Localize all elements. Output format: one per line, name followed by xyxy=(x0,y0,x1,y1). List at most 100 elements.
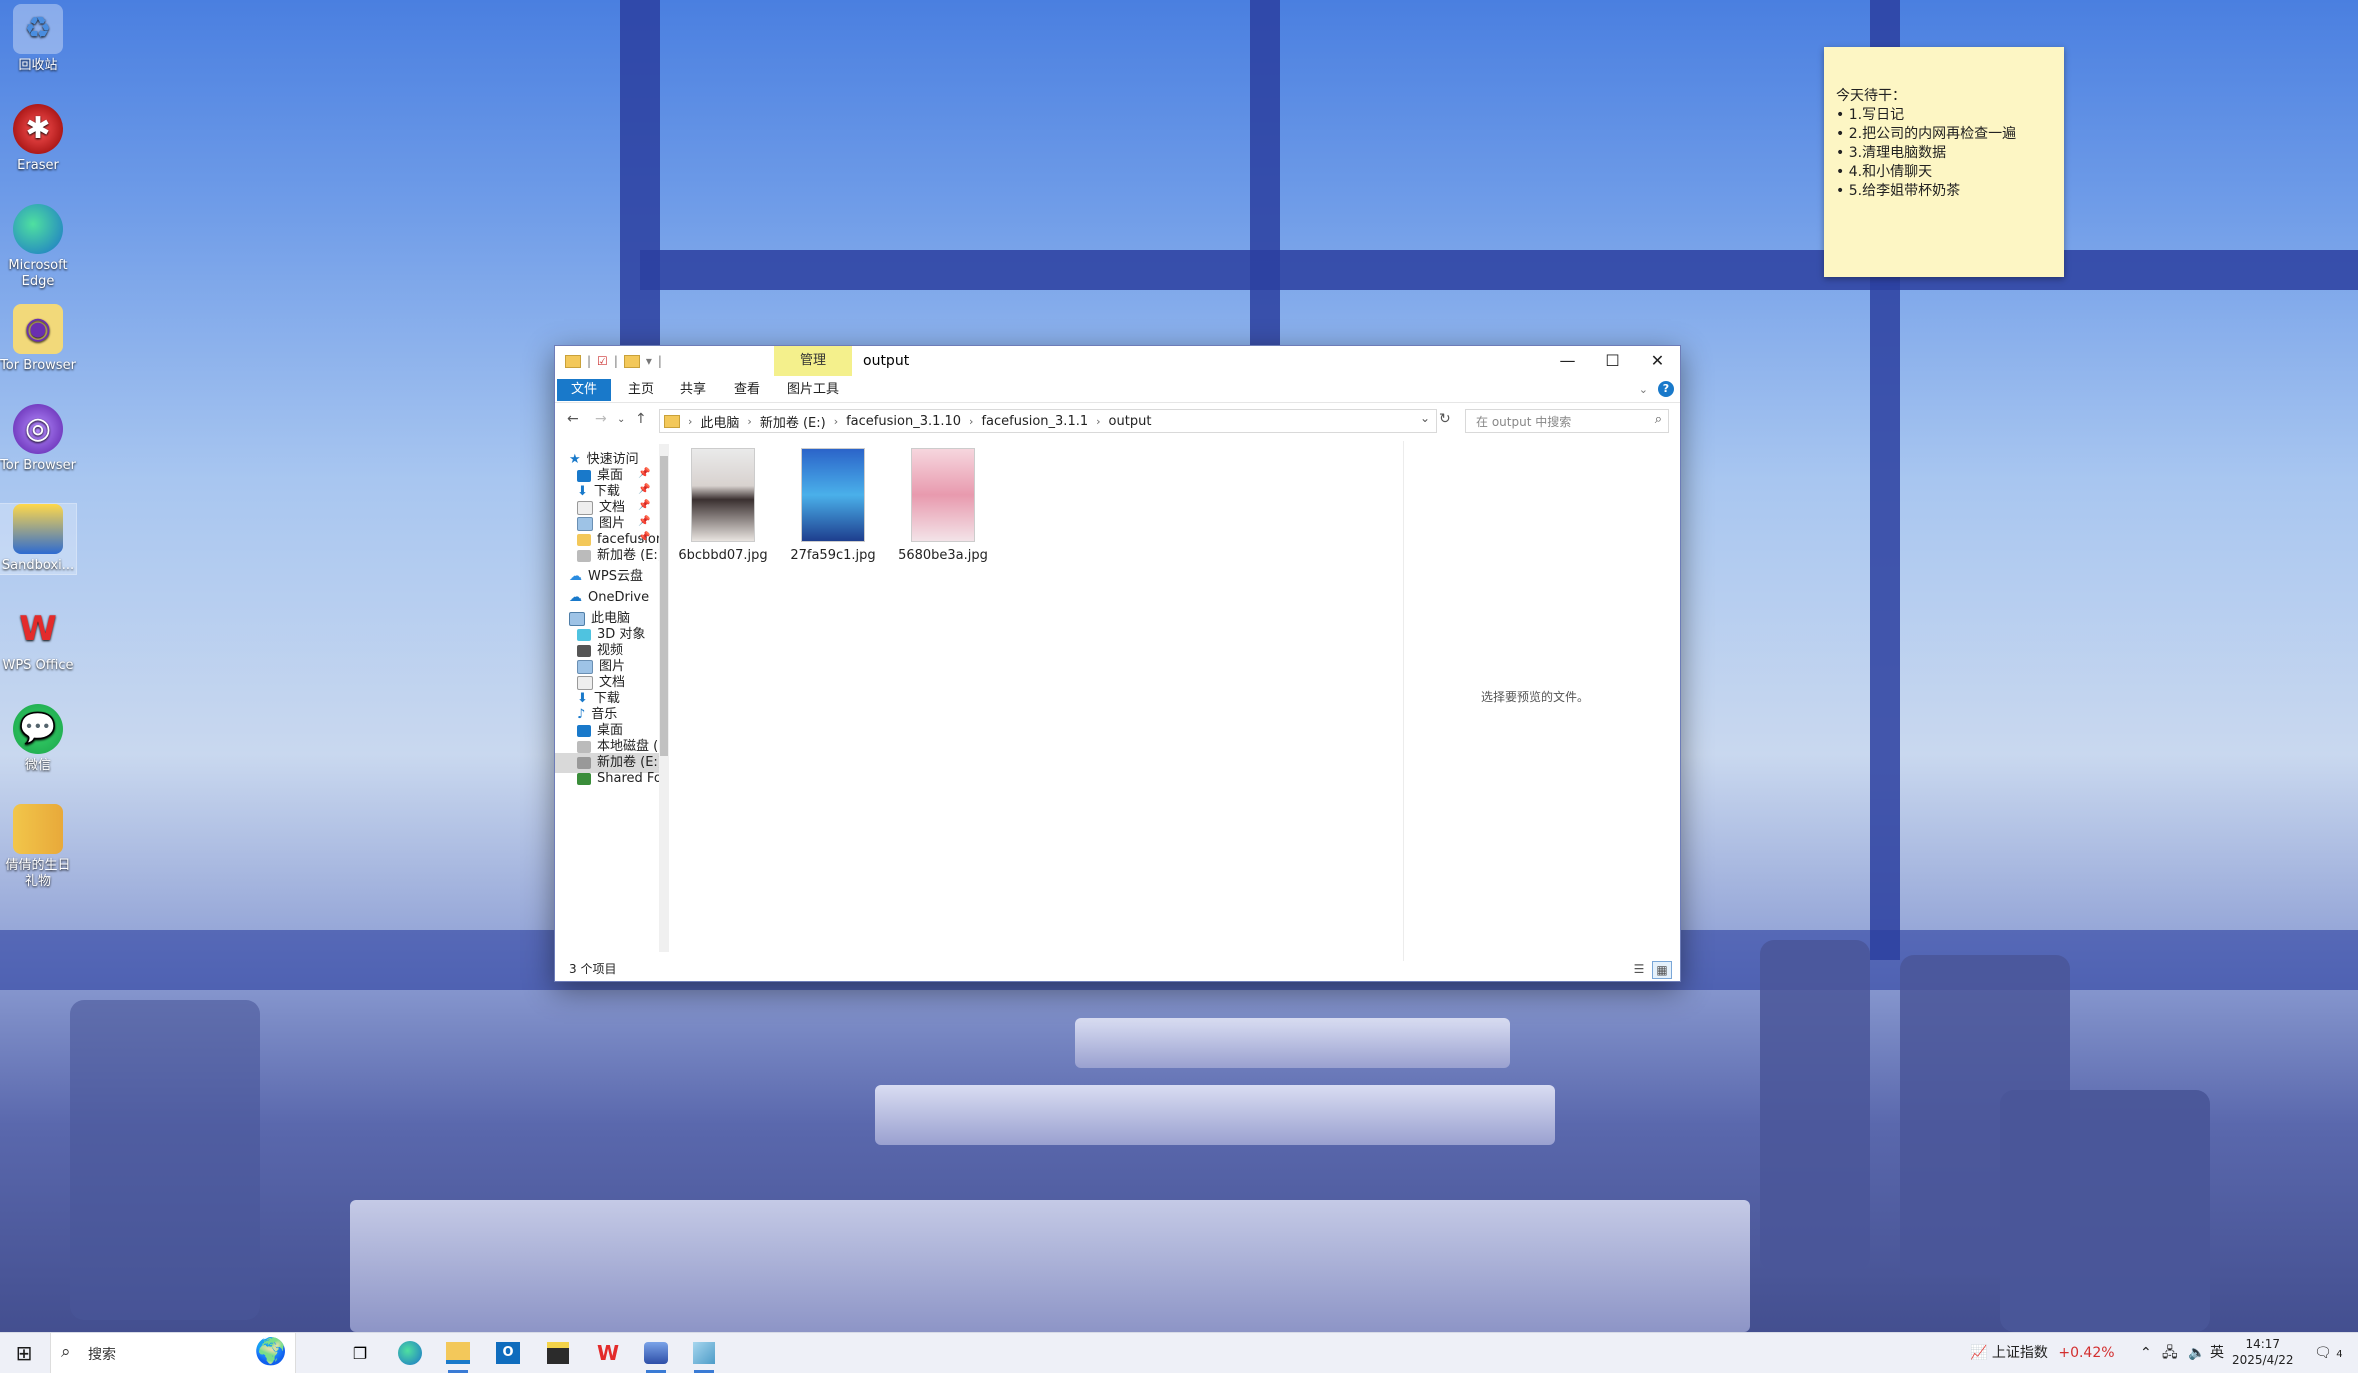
pin-icon[interactable]: 📌 xyxy=(638,484,650,495)
preview-placeholder: 选择要预览的文件。 xyxy=(1481,690,1590,704)
address-history-chevron-icon[interactable]: ⌄ xyxy=(1420,411,1430,425)
network-icon[interactable]: 🖧 xyxy=(2162,1333,2178,1373)
taskbar-wps-office[interactable]: W xyxy=(588,1333,628,1373)
tor-browser-icon: ◎ xyxy=(13,404,63,454)
new-folder-icon[interactable] xyxy=(623,354,640,368)
volume-icon[interactable]: 🔈 xyxy=(2188,1333,2205,1373)
expand-ribbon-chevron-icon[interactable]: ⌄ xyxy=(1639,383,1648,396)
taskbar-file-explorer[interactable] xyxy=(438,1333,478,1373)
back-arrow-icon[interactable]: ← xyxy=(567,411,579,427)
taskbar-sticky-notes[interactable] xyxy=(538,1333,578,1373)
taskbar-outlook[interactable]: O xyxy=(488,1333,528,1373)
tab-share[interactable]: 共享 xyxy=(673,379,713,401)
breadcrumb-separator[interactable]: › xyxy=(1096,415,1100,428)
stock-widget[interactable]: 📈 上证指数 +0.42% xyxy=(1970,1333,2115,1373)
tree-item-drive-e[interactable]: 新加卷 (E:) xyxy=(577,546,659,566)
file-item[interactable]: 5680be3a.jpg xyxy=(891,448,995,563)
sandboxie-icon xyxy=(13,504,63,554)
desktop-icon-birthday-gift[interactable]: 倩倩的生日礼物 xyxy=(0,804,76,890)
input-method-indicator[interactable]: 英 xyxy=(2210,1333,2224,1373)
breadcrumb-this-pc[interactable]: 此电脑 xyxy=(700,412,739,431)
desktop-icon-wechat[interactable]: 💬 微信 xyxy=(0,704,76,774)
manage-context-tab[interactable]: 管理 xyxy=(774,346,852,376)
search-input[interactable]: 在 output 中搜索 ⌕ xyxy=(1465,409,1669,433)
pin-icon[interactable]: 📌 xyxy=(638,516,650,527)
desktop-icon-tor-browser-2[interactable]: ◎ Tor Browser xyxy=(0,404,76,474)
taskbar: ⊞ ⌕ 搜索 🌍 ❐ O W 📈 上证指数 +0.42% ⌃ 🖧 🔈 英 14:… xyxy=(0,1332,2358,1373)
notification-center-button[interactable]: 🗨 4 xyxy=(2314,1333,2343,1373)
up-arrow-icon[interactable]: ↑ xyxy=(635,411,647,427)
search-highlight-globe-icon[interactable]: 🌍 xyxy=(255,1337,287,1367)
refresh-icon[interactable]: ↻ xyxy=(1439,411,1451,427)
help-icon[interactable]: ? xyxy=(1658,381,1674,397)
file-explorer-window: | ☑ | ▾ | 管理 output — ☐ ✕ 文件 主页 共享 查看 图片… xyxy=(554,345,1681,982)
customize-chevron-icon[interactable]: ▾ xyxy=(646,354,652,368)
file-list: 6bcbbd07.jpg 27fa59c1.jpg 5680be3a.jpg xyxy=(671,444,1490,954)
desktop-icon-tor-browser[interactable]: ◉ Tor Browser xyxy=(0,304,76,374)
breadcrumb-separator[interactable]: › xyxy=(834,415,838,428)
navigation-pane-scrollbar[interactable] xyxy=(659,444,669,952)
sticky-note-item: 1.写日记 xyxy=(1836,106,2052,125)
onedrive-cloud-icon: ☁ xyxy=(569,590,582,605)
image-thumbnail xyxy=(801,448,865,542)
pin-icon[interactable]: 📌 xyxy=(638,500,650,511)
file-item[interactable]: 6bcbbd07.jpg xyxy=(671,448,775,563)
system-clock[interactable]: 14:17 2025/4/22 xyxy=(2232,1336,2294,1368)
task-view-button[interactable]: ❐ xyxy=(340,1333,380,1373)
tab-home[interactable]: 主页 xyxy=(621,379,661,401)
pin-icon[interactable]: 📌 xyxy=(638,532,650,543)
search-icon[interactable]: ⌕ xyxy=(1655,412,1662,427)
desktop-icon-eraser[interactable]: ✱ Eraser xyxy=(0,104,76,174)
show-hidden-icons-chevron-icon[interactable]: ⌃ xyxy=(2140,1333,2152,1373)
network-drive-icon xyxy=(577,773,591,785)
taskbar-search-box[interactable]: ⌕ 搜索 🌍 xyxy=(50,1333,296,1373)
window-frame xyxy=(640,250,2358,290)
video-icon xyxy=(577,645,591,657)
tree-item-shared-folders[interactable]: Shared Folders xyxy=(577,769,659,789)
details-view-icon[interactable]: ☰ xyxy=(1630,961,1648,977)
tree-item-onedrive[interactable]: ☁ OneDrive xyxy=(569,588,649,608)
sticky-note[interactable]: 今天待干： 1.写日记 2.把公司的内网再检查一遍 3.清理电脑数据 4.和小倩… xyxy=(1824,47,2064,277)
tor-browser-icon: ◉ xyxy=(13,304,63,354)
breadcrumb-separator[interactable]: › xyxy=(688,415,692,428)
tree-item-wps-cloud[interactable]: ☁ WPS云盘 xyxy=(569,567,643,587)
scrollbar-thumb[interactable] xyxy=(660,456,668,756)
quick-access-toolbar: | ☑ | ▾ | xyxy=(565,354,662,368)
forward-arrow-icon[interactable]: → xyxy=(595,411,607,427)
maximize-button[interactable]: ☐ xyxy=(1590,346,1635,376)
breadcrumb-output[interactable]: output xyxy=(1109,414,1152,429)
desktop-icon-edge[interactable]: Microsoft Edge xyxy=(0,204,76,290)
breadcrumb-drive-e[interactable]: 新加卷 (E:) xyxy=(760,412,826,431)
chair xyxy=(70,1000,260,1320)
pin-icon[interactable]: 📌 xyxy=(638,468,650,479)
chair xyxy=(1760,940,1870,1270)
taskbar-sandboxie[interactable] xyxy=(636,1333,676,1373)
breadcrumb-facefusion-3-1-10[interactable]: facefusion_3.1.10 xyxy=(846,414,961,429)
taskbar-edge[interactable] xyxy=(390,1333,430,1373)
desktop-icon-wps-office[interactable]: W WPS Office xyxy=(0,604,76,674)
preview-pane-divider[interactable] xyxy=(1403,441,1404,961)
minimize-button[interactable]: — xyxy=(1545,346,1590,376)
desktop-icon-sandboxie[interactable]: Sandboxi... xyxy=(0,503,77,575)
breadcrumb-separator[interactable]: › xyxy=(969,415,973,428)
file-item[interactable]: 27fa59c1.jpg xyxy=(781,448,885,563)
tab-view[interactable]: 查看 xyxy=(727,379,767,401)
title-bar[interactable]: | ☑ | ▾ | 管理 output — ☐ ✕ xyxy=(555,346,1680,376)
stock-change: +0.42% xyxy=(2058,1345,2115,1361)
tab-picture-tools[interactable]: 图片工具 xyxy=(773,379,853,401)
address-bar[interactable]: › 此电脑 › 新加卷 (E:) › facefusion_3.1.10 › f… xyxy=(659,409,1437,433)
large-icons-view-icon[interactable]: ▦ xyxy=(1652,961,1672,979)
breadcrumb-facefusion-3-1-1[interactable]: facefusion_3.1.1 xyxy=(981,414,1088,429)
document-icon xyxy=(577,501,593,515)
start-button[interactable]: ⊞ xyxy=(4,1333,44,1373)
desktop-icon-recycle-bin[interactable]: ♻ 回收站 xyxy=(0,4,76,74)
properties-icon[interactable]: ☑ xyxy=(597,354,608,368)
edge-icon xyxy=(13,204,63,254)
breadcrumb-separator[interactable]: › xyxy=(747,415,751,428)
folder-icon xyxy=(664,415,680,428)
recent-locations-chevron-icon[interactable]: ⌄ xyxy=(617,414,625,425)
desk xyxy=(1075,1018,1510,1068)
taskbar-notepad[interactable] xyxy=(684,1333,724,1373)
tab-file[interactable]: 文件 xyxy=(557,379,611,401)
close-button[interactable]: ✕ xyxy=(1635,346,1680,376)
